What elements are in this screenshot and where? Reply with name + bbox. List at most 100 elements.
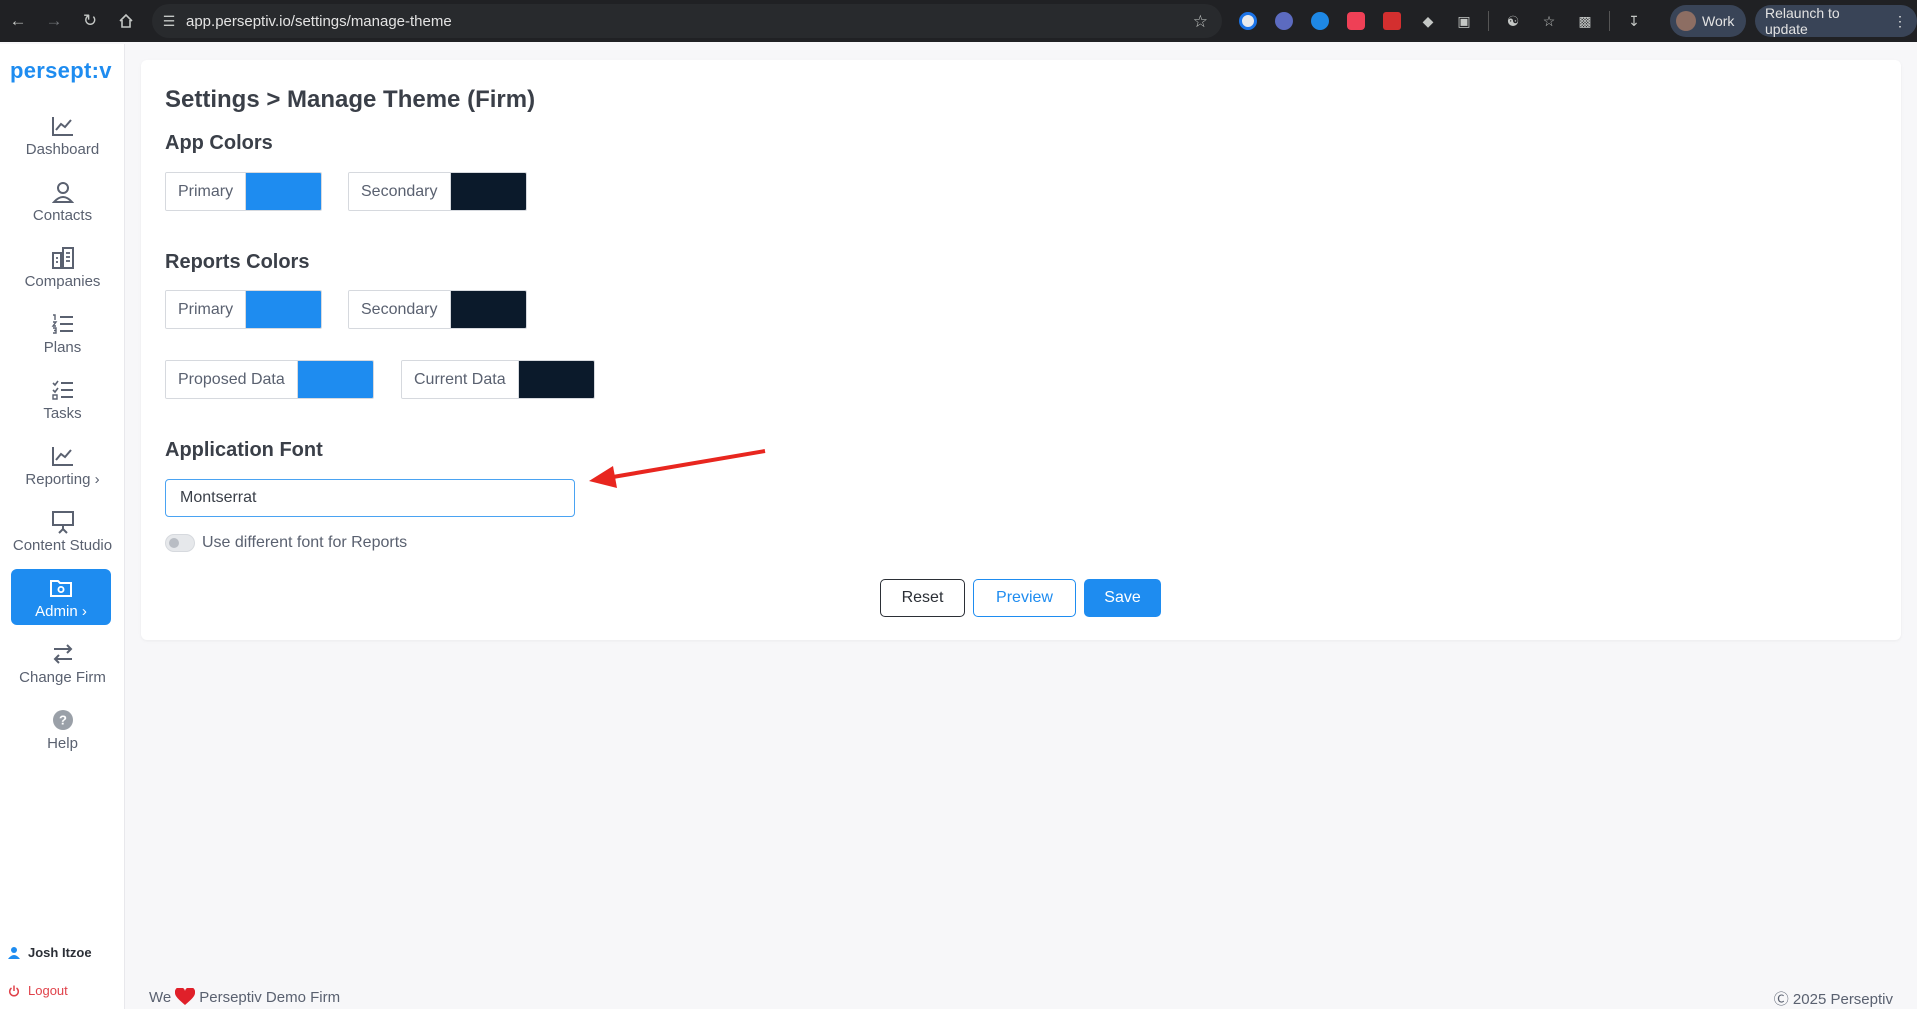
svg-text:?: ? xyxy=(59,712,67,727)
forward-icon[interactable]: → xyxy=(36,3,72,39)
profile-chip[interactable]: Work xyxy=(1670,5,1747,37)
help-icon: ? xyxy=(52,707,74,733)
toolbar-divider xyxy=(1609,11,1610,31)
save-button[interactable]: Save xyxy=(1084,579,1161,617)
site-info-icon[interactable]: ☰ xyxy=(152,13,186,30)
profile-label: Work xyxy=(1702,13,1735,29)
sidebar-item-label: Admin › xyxy=(35,603,87,620)
sidebar: persept:v Dashboard Contacts Companies P… xyxy=(0,44,125,1009)
power-icon xyxy=(9,985,19,996)
swatch-label: Primary xyxy=(166,173,247,210)
sidebar-item-label: Change Firm xyxy=(19,668,106,686)
application-font-input[interactable] xyxy=(165,479,575,517)
current-data-color-picker[interactable]: Current Data xyxy=(401,360,595,399)
person-icon xyxy=(51,179,74,205)
pdf-icon[interactable] xyxy=(1376,5,1408,37)
toolbar-divider xyxy=(1488,11,1489,31)
sidebar-item-dashboard[interactable]: Dashboard xyxy=(0,102,125,168)
preview-button[interactable]: Preview xyxy=(973,579,1076,617)
relaunch-button[interactable]: Relaunch to update ⋮ xyxy=(1755,5,1917,37)
reports-primary-color-picker[interactable]: Primary xyxy=(165,290,323,329)
numbered-list-icon xyxy=(51,311,75,337)
logout-label: Logout xyxy=(28,983,68,998)
swatch-label: Proposed Data xyxy=(166,361,298,398)
admin-label: Admin xyxy=(35,602,78,620)
extension-gear-icon[interactable] xyxy=(1268,5,1300,37)
reload-icon[interactable]: ↻ xyxy=(72,3,108,39)
building-icon xyxy=(51,245,75,271)
home-icon[interactable] xyxy=(108,3,144,39)
bookmark-star-icon[interactable]: ☆ xyxy=(1193,12,1208,32)
logout-link[interactable]: Logout xyxy=(8,983,68,998)
sidebar-item-change-firm[interactable]: Change Firm xyxy=(0,630,125,696)
download-icon[interactable]: ↧ xyxy=(1618,5,1650,37)
extensions-bar: ◆ ▣ ☯ ☆ ▩ ↧ xyxy=(1232,0,1650,42)
footer-prefix: We xyxy=(149,988,172,1006)
application-font-heading: Application Font xyxy=(165,439,323,461)
sidebar-item-reporting[interactable]: Reporting › xyxy=(0,432,125,498)
sidebar-item-label: Reporting › xyxy=(25,471,99,488)
presentation-icon xyxy=(51,509,75,535)
app-primary-color-picker[interactable]: Primary xyxy=(165,172,323,211)
admin-folder-icon xyxy=(49,575,73,601)
extension-puzzle-gray-icon[interactable]: ◆ xyxy=(1412,5,1444,37)
app-logo[interactable]: persept:v xyxy=(10,58,112,84)
sidebar-item-label: Contacts xyxy=(32,206,93,224)
reading-list-icon[interactable]: ▩ xyxy=(1569,5,1601,37)
footer-copyright: Ⓒ 2025 Perseptiv xyxy=(1773,991,1893,1008)
color-swatch[interactable] xyxy=(518,361,594,398)
sidebar-item-plans[interactable]: Plans xyxy=(0,300,125,366)
browser-toolbar: ← → ↻ ☰ app.perseptiv.io/settings/manage… xyxy=(0,0,1917,42)
user-icon xyxy=(8,947,20,959)
pocket-icon[interactable] xyxy=(1340,5,1372,37)
swatch-label: Secondary xyxy=(349,173,451,210)
sidebar-item-label: Help xyxy=(47,734,78,752)
sidebar-item-content-studio[interactable]: Content Studio xyxy=(0,498,125,564)
heart-icon xyxy=(175,988,196,1005)
url-text: app.perseptiv.io/settings/manage-theme xyxy=(186,12,452,30)
chevron-right-icon: › xyxy=(94,470,100,488)
checklist-icon xyxy=(51,377,75,403)
profile-avatar xyxy=(1676,11,1696,31)
app-colors-heading: App Colors xyxy=(165,132,273,154)
sidebar-item-admin[interactable]: Admin › xyxy=(11,569,111,625)
current-user[interactable]: Josh Itzoe xyxy=(8,945,92,960)
bookmarks-icon[interactable]: ☆ xyxy=(1533,5,1565,37)
reports-colors-heading: Reports Colors xyxy=(165,251,310,273)
user-name: Josh Itzoe xyxy=(28,945,92,960)
reporting-label: Reporting xyxy=(25,470,91,488)
address-bar[interactable]: ☰ app.perseptiv.io/settings/manage-theme… xyxy=(152,4,1222,38)
color-swatch[interactable] xyxy=(450,173,526,210)
sidebar-item-label: Plans xyxy=(43,338,82,356)
chevron-right-icon: › xyxy=(81,602,87,620)
sidebar-item-label: Tasks xyxy=(43,404,82,422)
sidebar-item-help[interactable]: ? Help xyxy=(0,696,125,762)
app-secondary-color-picker[interactable]: Secondary xyxy=(348,172,527,211)
password-manager-icon[interactable] xyxy=(1232,5,1264,37)
reports-font-toggle[interactable] xyxy=(165,534,195,552)
sidebar-item-contacts[interactable]: Contacts xyxy=(0,168,125,234)
toggle-knob xyxy=(169,538,179,548)
back-icon[interactable]: ← xyxy=(0,3,36,39)
sidebar-item-label: Content Studio xyxy=(12,536,113,554)
theme-settings-card xyxy=(141,60,1901,640)
extensions-puzzle-icon[interactable]: ▣ xyxy=(1448,5,1480,37)
incognito-icon[interactable]: ☯ xyxy=(1497,5,1529,37)
sidebar-item-companies[interactable]: Companies xyxy=(0,234,125,300)
sidebar-nav: Dashboard Contacts Companies Plans Tasks xyxy=(0,102,125,762)
color-swatch[interactable] xyxy=(246,173,322,210)
proposed-data-color-picker[interactable]: Proposed Data xyxy=(165,360,374,399)
color-swatch[interactable] xyxy=(246,291,322,328)
reports-font-toggle-label: Use different font for Reports xyxy=(202,534,408,551)
extension-chat-icon[interactable] xyxy=(1304,5,1336,37)
reports-secondary-color-picker[interactable]: Secondary xyxy=(348,290,527,329)
color-swatch[interactable] xyxy=(297,361,373,398)
kebab-menu-icon[interactable]: ⋮ xyxy=(1893,13,1907,30)
line-chart-icon xyxy=(51,443,75,469)
sidebar-item-tasks[interactable]: Tasks xyxy=(0,366,125,432)
swatch-label: Secondary xyxy=(349,291,451,328)
sidebar-item-label: Dashboard xyxy=(25,140,100,158)
reset-button[interactable]: Reset xyxy=(880,579,965,617)
color-swatch[interactable] xyxy=(450,291,526,328)
line-chart-icon xyxy=(51,113,75,139)
